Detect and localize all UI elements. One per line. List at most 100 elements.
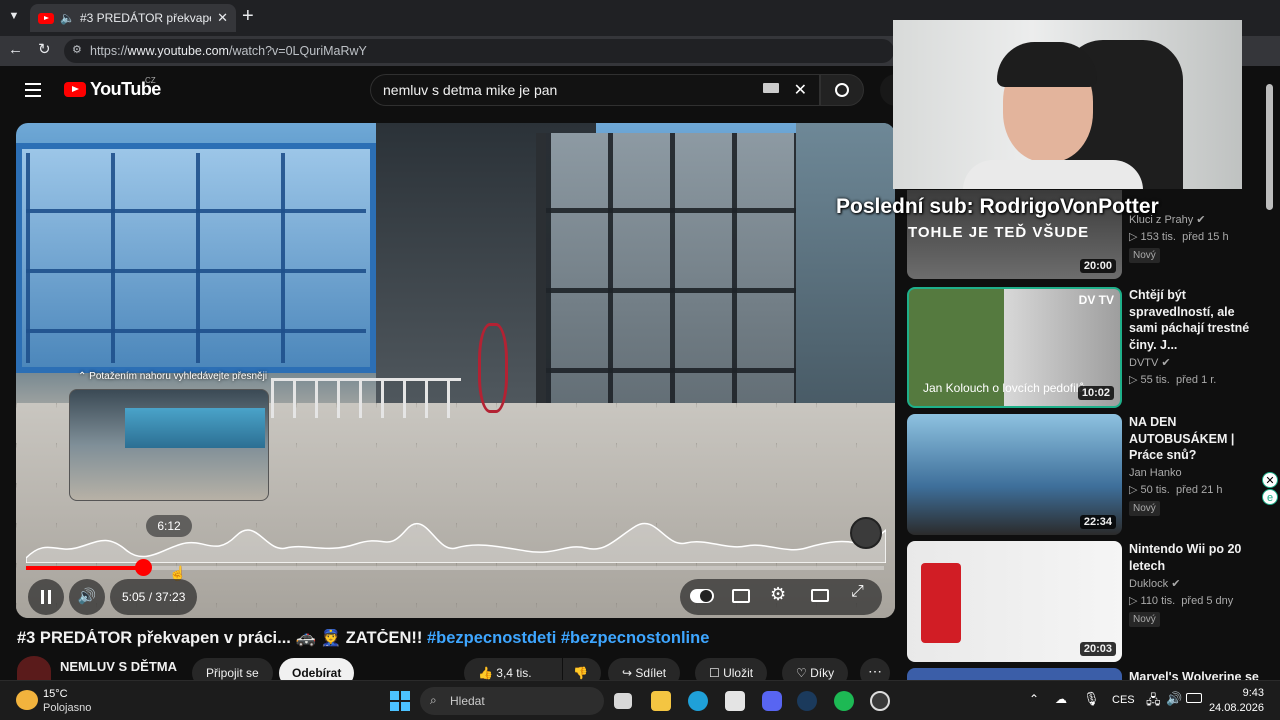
thanks-label: Díky <box>810 666 835 680</box>
rec-badge-1: Nový <box>1129 248 1160 263</box>
site-info-icon[interactable]: ⚙ <box>72 43 82 56</box>
save-icon: ☐ <box>709 666 724 680</box>
keyboard-icon[interactable] <box>763 83 779 93</box>
heart-icon: ♡ <box>796 666 811 680</box>
theater-mode-icon[interactable] <box>811 589 829 602</box>
rec-age-2: před 1 r. <box>1176 374 1217 386</box>
taskbar-search[interactable]: ⌕ Hledat <box>420 687 604 715</box>
rec-age-1: před 15 h <box>1182 231 1229 243</box>
rec-thumbnail-2[interactable]: DV TV Jan Kolouch o lovcích pedofilů 10:… <box>907 287 1122 408</box>
url-scheme: https:// <box>90 44 128 58</box>
search-icon: ⌕ <box>430 693 437 707</box>
search-input[interactable]: nemluv s detma mike je pan ✕ <box>370 74 820 106</box>
settings-gear-icon[interactable]: ⚙ <box>770 584 786 605</box>
share-label: Sdílet <box>635 666 667 680</box>
tab-list-chevron-icon[interactable]: ▼ <box>6 10 22 26</box>
progress-scrubber-handle[interactable] <box>135 559 152 576</box>
more-icon: ⋯ <box>868 663 882 679</box>
store-icon[interactable] <box>725 691 745 711</box>
rec-stats-2: ▷ 55 tis. před 1 r. <box>1129 374 1217 386</box>
task-view-icon[interactable] <box>614 693 632 709</box>
rec-thumbnail-3[interactable]: 22:34 <box>907 414 1122 535</box>
rec-duration-1: 20:00 <box>1079 259 1116 273</box>
chevron-up-icon: ⌃ <box>78 371 90 382</box>
rec-meta-3[interactable]: NA DEN AUTOBUSÁKEM | Práce snů? Jan Hank… <box>1129 414 1259 516</box>
volume-tray-icon[interactable]: 🔊 <box>1166 691 1182 707</box>
sidebar-scrollbar[interactable] <box>1266 84 1273 210</box>
weather-desc[interactable]: Polojasno <box>43 702 91 714</box>
youtube-masthead: YouTube CZ nemluv s detma mike je pan ✕ <box>0 66 912 118</box>
scene-building-frames <box>26 153 366 363</box>
close-tab-icon[interactable]: ✕ <box>217 10 228 26</box>
rec-thumbnail-4[interactable]: 20:03 <box>907 541 1122 662</box>
play-icon <box>700 590 712 602</box>
rec-thumb-caption-2: Jan Kolouch o lovcích pedofilů <box>923 381 1086 395</box>
rec-channel-3: Jan Hanko <box>1129 466 1182 479</box>
rec-badge-3: Nový <box>1129 500 1160 516</box>
progress-bar-track[interactable] <box>26 566 884 570</box>
video-title-text: #3 PREDÁTOR překvapen v práci... 🚓 👮 ZAT… <box>17 629 427 647</box>
volume-button[interactable]: 🔊 <box>69 579 105 615</box>
rec-title-5[interactable]: Marvel's Wolverine se <box>1129 669 1259 680</box>
autoplay-toggle[interactable] <box>690 589 714 603</box>
microphone-icon[interactable]: 🎙 <box>1083 691 1100 707</box>
rec-age-3: před 21 h <box>1176 483 1223 496</box>
rec-channel-4: Duklock ✔ <box>1129 577 1259 590</box>
volume-icon: 🔊 <box>77 588 97 605</box>
address-bar[interactable]: ⚙ https://www.youtube.com/watch?v=0LQuri… <box>64 39 894 63</box>
pause-icon <box>41 590 51 604</box>
new-tab-button[interactable]: + <box>242 5 254 28</box>
browser-tab-youtube[interactable]: 🔈 #3 PREDÁTOR překvapen v pr ✕ <box>30 4 236 32</box>
video-player[interactable]: ⌃ Potažením nahoru vyhledávejte přesněji… <box>16 123 895 618</box>
back-arrow-icon[interactable]: ← <box>8 41 23 58</box>
onedrive-icon[interactable]: ☁ <box>1055 692 1067 706</box>
channel-name[interactable]: NEMLUV S DĚTMA <box>60 659 177 674</box>
menu-icon[interactable] <box>25 83 41 97</box>
network-icon[interactable]: 🖧 <box>1146 691 1161 713</box>
obs-icon[interactable] <box>870 691 890 711</box>
video-hashtags[interactable]: #bezpecnostdeti #bezpecnostonline <box>427 629 709 647</box>
close-circle-icon[interactable]: ✕ <box>1262 472 1278 488</box>
rec-meta-2[interactable]: Chtějí být spravedlností, ale sami pácha… <box>1129 287 1259 386</box>
rec-meta-4[interactable]: Nintendo Wii po 20 letech Duklock ✔ ▷ 11… <box>1129 541 1259 627</box>
speaker-icon[interactable]: 🔈 <box>60 11 75 25</box>
search-icon <box>835 83 849 97</box>
file-explorer-icon[interactable] <box>651 691 671 711</box>
extension-icon[interactable]: e <box>1262 489 1278 505</box>
subtitles-icon[interactable] <box>732 589 750 603</box>
thumbs-down-icon: 👎 <box>573 666 588 680</box>
edge-browser-icon[interactable] <box>688 691 708 711</box>
clock-time[interactable]: 9:43 <box>1224 687 1264 699</box>
thumbs-up-icon: 👍 <box>478 666 497 680</box>
rec-stats-3: ▷ 50 tis. před 21 h <box>1129 483 1223 496</box>
fullscreen-icon[interactable]: ⤢ <box>851 583 864 601</box>
webcam-person-cap <box>997 42 1097 87</box>
rec-thumbnail-5[interactable] <box>907 668 1122 680</box>
weather-temp[interactable]: 15°C <box>43 688 68 700</box>
tray-chevron-icon[interactable]: ⌃ <box>1029 692 1039 706</box>
video-title: #3 PREDÁTOR překvapen v práci... 🚓 👮 ZAT… <box>17 629 877 648</box>
rec-thumb-caption-1: TOHLE JE TEĎ VŠUDE <box>908 224 1090 241</box>
pause-button[interactable] <box>28 579 64 615</box>
rec-views-2: 55 tis. <box>1140 374 1170 386</box>
rec-duration-4: 20:03 <box>1079 642 1116 656</box>
rec-channel-name-2: DVTV <box>1129 357 1159 369</box>
rec-views-3: 50 tis. <box>1140 483 1170 496</box>
search-button[interactable] <box>820 74 864 106</box>
channel-watermark-icon[interactable] <box>850 517 882 549</box>
clock-date[interactable]: 24.08.2026 <box>1200 702 1264 714</box>
verified-icon: ✔ <box>1196 214 1206 226</box>
youtube-logo-icon[interactable] <box>64 82 86 97</box>
reload-icon[interactable]: ↻ <box>38 40 51 58</box>
clear-search-icon[interactable]: ✕ <box>794 80 807 100</box>
language-indicator[interactable]: CES <box>1112 694 1135 706</box>
start-windows-icon[interactable] <box>390 691 410 711</box>
steam-icon[interactable] <box>797 691 817 711</box>
search-query: nemluv s detma mike je pan <box>383 82 558 98</box>
spotify-icon[interactable] <box>834 691 854 711</box>
discord-icon[interactable] <box>762 691 782 711</box>
rec-channel-2: DVTV ✔ <box>1129 356 1259 369</box>
scene-bicycle <box>478 323 508 413</box>
seek-preview-thumbnail <box>69 389 269 501</box>
weather-icon[interactable] <box>16 690 38 710</box>
